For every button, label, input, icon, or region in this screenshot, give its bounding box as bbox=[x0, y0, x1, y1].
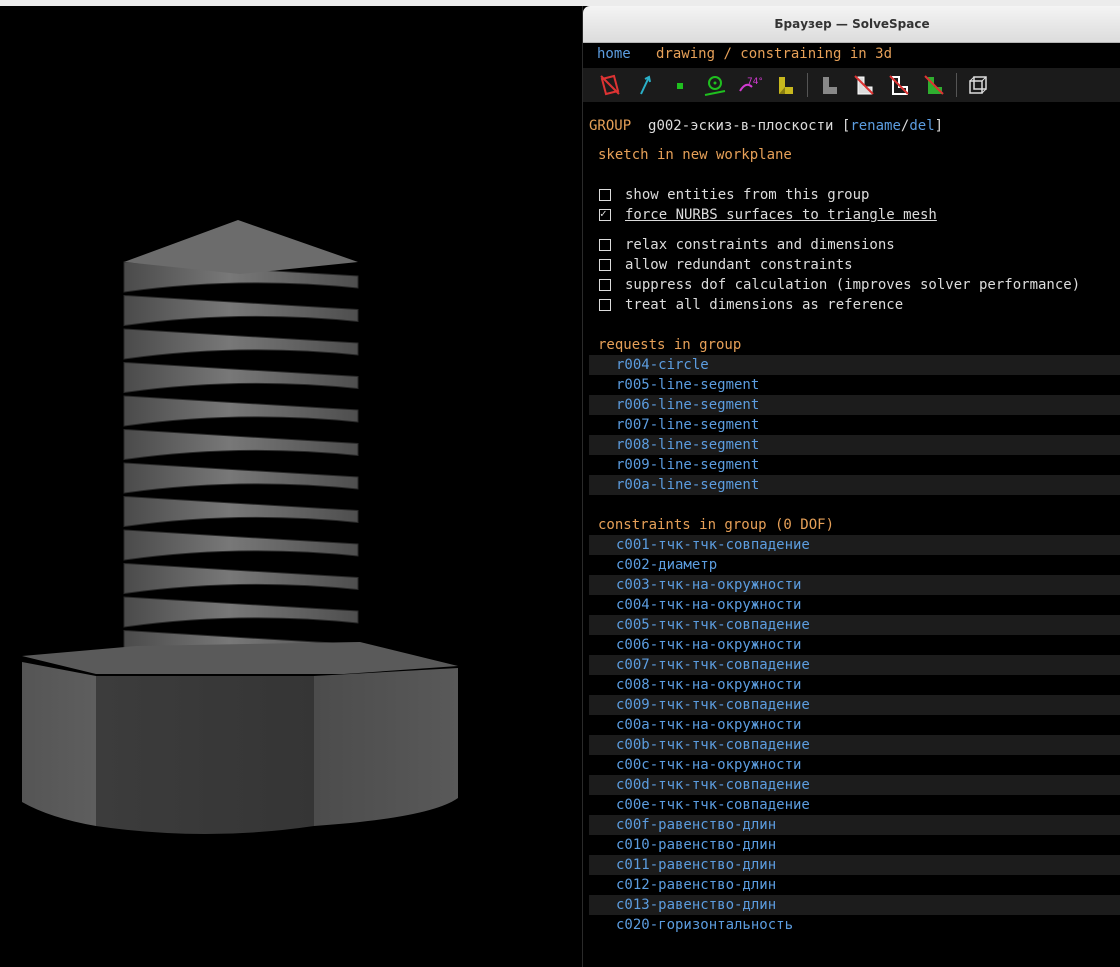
constraint-item[interactable]: c008-тчк-на-окружности bbox=[589, 675, 1120, 695]
option-label: allow redundant constraints bbox=[625, 257, 853, 273]
show-workplanes-icon[interactable] bbox=[597, 72, 623, 98]
requests-heading: requests in group bbox=[598, 337, 742, 353]
constraints-heading: constraints in group (0 DOF) bbox=[598, 517, 835, 533]
thread-ring bbox=[123, 361, 359, 394]
thread-ring bbox=[123, 328, 359, 360]
delete-link[interactable]: del bbox=[909, 118, 934, 134]
show-outlines-icon[interactable] bbox=[851, 72, 877, 98]
thread-ring bbox=[123, 495, 359, 528]
bolt-model bbox=[22, 220, 458, 834]
option-row[interactable]: treat all dimensions as reference bbox=[589, 295, 1120, 315]
request-item[interactable]: r007-line-segment bbox=[589, 415, 1120, 435]
show-edges-icon[interactable] bbox=[816, 72, 842, 98]
visibility-toolbar: 74° bbox=[583, 68, 1120, 102]
checkbox-checked[interactable] bbox=[599, 204, 611, 224]
constraint-item[interactable]: c00b-тчк-тчк-совпадение bbox=[589, 735, 1120, 755]
group-header: GROUP g002-эскиз-в-плоскости [rename/del… bbox=[589, 118, 944, 134]
show-construction-icon[interactable] bbox=[702, 72, 728, 98]
thread-ring bbox=[123, 562, 359, 595]
show-faces-icon[interactable] bbox=[772, 72, 798, 98]
group-type: sketch in new workplane bbox=[598, 147, 792, 163]
option-label: force NURBS surfaces to triangle mesh bbox=[625, 207, 937, 223]
constraint-item[interactable]: c010-равенство-длин bbox=[589, 835, 1120, 855]
checkbox[interactable] bbox=[599, 189, 611, 201]
constraint-item[interactable]: c011-равенство-длин bbox=[589, 855, 1120, 875]
constraint-item[interactable]: c020-горизонтальность bbox=[589, 915, 1120, 935]
option-label: suppress dof calculation (improves solve… bbox=[625, 277, 1081, 293]
checkbox[interactable] bbox=[599, 239, 611, 251]
constraint-item[interactable]: c00a-тчк-на-окружности bbox=[589, 715, 1120, 735]
property-browser: Браузер — SolveSpace home drawing / cons… bbox=[582, 6, 1120, 967]
request-item[interactable]: r004-circle bbox=[589, 355, 1120, 375]
constraint-item[interactable]: c001-тчк-тчк-совпадение bbox=[589, 535, 1120, 555]
window-title: Браузер — SolveSpace bbox=[583, 6, 1120, 43]
show-hidden-lines-icon[interactable] bbox=[886, 72, 912, 98]
constraint-item[interactable]: c00f-равенство-длин bbox=[589, 815, 1120, 835]
constraint-item[interactable]: c003-тчк-на-окружности bbox=[589, 575, 1120, 595]
constraint-item[interactable]: c00c-тчк-на-окружности bbox=[589, 755, 1120, 775]
option-row[interactable]: suppress dof calculation (improves solve… bbox=[589, 275, 1120, 295]
thread-ring bbox=[123, 395, 359, 427]
constraint-item[interactable]: c013-равенство-длин bbox=[589, 895, 1120, 915]
show-points-icon[interactable] bbox=[667, 72, 693, 98]
option-label: relax constraints and dimensions bbox=[625, 237, 895, 253]
request-item[interactable]: r006-line-segment bbox=[589, 395, 1120, 415]
3d-viewport[interactable] bbox=[0, 6, 582, 967]
constraint-item[interactable]: c004-тчк-на-окружности bbox=[589, 595, 1120, 615]
show-mesh-icon[interactable] bbox=[965, 72, 991, 98]
option-label: treat all dimensions as reference bbox=[625, 297, 904, 313]
checkbox[interactable] bbox=[599, 299, 611, 311]
thread-ring bbox=[123, 294, 359, 327]
option-label: show entities from this group bbox=[625, 187, 870, 203]
request-item[interactable]: r008-line-segment bbox=[589, 435, 1120, 455]
constraint-item[interactable]: c00d-тчк-тчк-совпадение bbox=[589, 775, 1120, 795]
request-item[interactable]: r005-line-segment bbox=[589, 375, 1120, 395]
thread-ring bbox=[123, 428, 359, 461]
rename-link[interactable]: rename bbox=[850, 118, 901, 134]
thread-ring bbox=[123, 529, 359, 561]
show-constraints-icon[interactable]: 74° bbox=[737, 72, 763, 98]
constraint-item[interactable]: c007-тчк-тчк-совпадение bbox=[589, 655, 1120, 675]
constraint-item[interactable]: c00e-тчк-тчк-совпадение bbox=[589, 795, 1120, 815]
option-row[interactable]: allow redundant constraints bbox=[589, 255, 1120, 275]
show-normals-icon[interactable] bbox=[632, 72, 658, 98]
home-link[interactable]: home bbox=[597, 46, 631, 62]
option-row[interactable]: relax constraints and dimensions bbox=[589, 235, 1120, 255]
breadcrumb: home drawing / constraining in 3d bbox=[597, 46, 892, 62]
constraint-item[interactable]: c009-тчк-тчк-совпадение bbox=[589, 695, 1120, 715]
thread-ring bbox=[123, 596, 359, 628]
constraint-item[interactable]: c002-диаметр bbox=[589, 555, 1120, 575]
option-row[interactable]: force NURBS surfaces to triangle mesh bbox=[589, 204, 1120, 225]
checkbox[interactable] bbox=[599, 279, 611, 291]
toolbar-separator bbox=[807, 73, 808, 97]
mode-label: drawing / constraining in 3d bbox=[656, 46, 893, 62]
group-name: g002-эскиз-в-плоскости bbox=[648, 118, 834, 134]
request-item[interactable]: r009-line-segment bbox=[589, 455, 1120, 475]
toolbar-separator bbox=[956, 73, 957, 97]
checkbox[interactable] bbox=[599, 259, 611, 271]
constraint-item[interactable]: c006-тчк-на-окружности bbox=[589, 635, 1120, 655]
thread-ring bbox=[123, 462, 359, 494]
constraint-item[interactable]: c005-тчк-тчк-совпадение bbox=[589, 615, 1120, 635]
show-shaded-icon[interactable] bbox=[921, 72, 947, 98]
constraint-item[interactable]: c012-равенство-длин bbox=[589, 875, 1120, 895]
option-row[interactable]: show entities from this group bbox=[589, 185, 1120, 205]
request-item[interactable]: r00a-line-segment bbox=[589, 475, 1120, 495]
